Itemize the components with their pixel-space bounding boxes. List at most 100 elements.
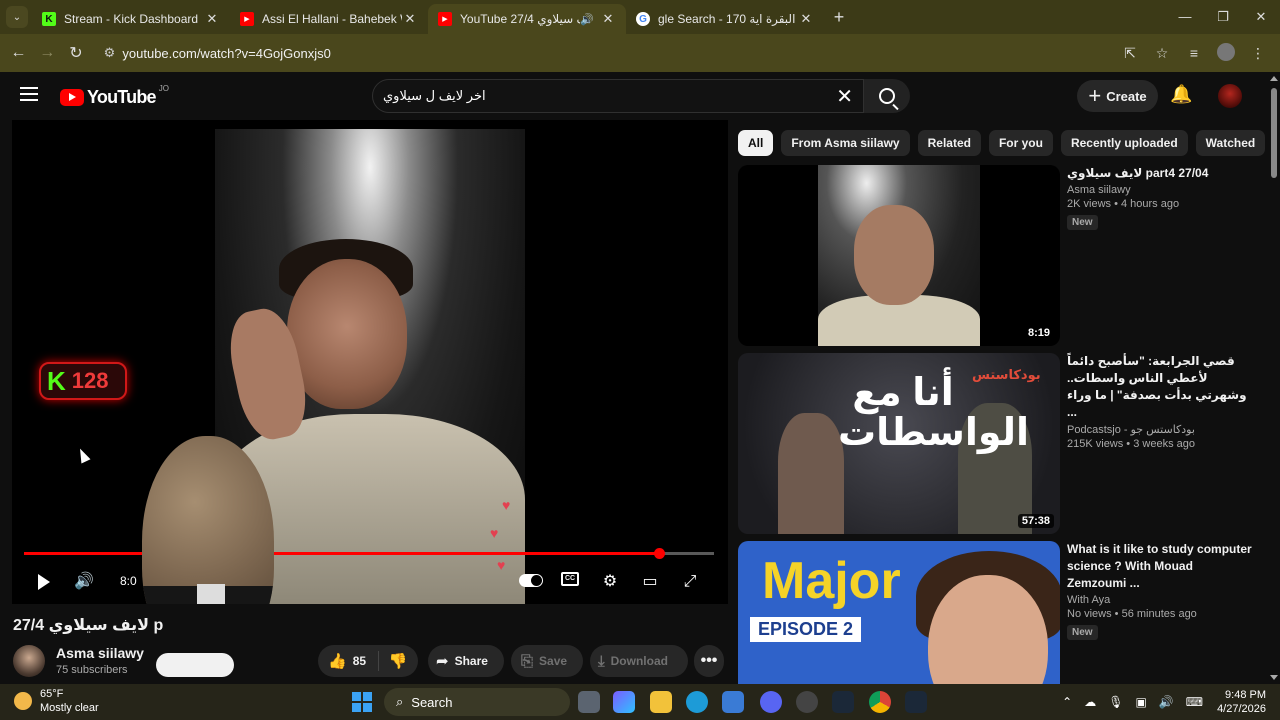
clear-search-icon[interactable]: ✕ bbox=[836, 84, 853, 109]
recommendation-channel[interactable]: Asma siilawy bbox=[1067, 184, 1253, 196]
steam-icon[interactable] bbox=[832, 691, 854, 713]
system-tray: ⌃ ☁ 🎙 ▣ 🔊 ⌨ 9:48 PM 4/27/2026 bbox=[1050, 684, 1266, 720]
speaker-icon[interactable]: 🔊 bbox=[580, 13, 594, 26]
chip-from-channel[interactable]: From Asma siilawy bbox=[781, 130, 910, 156]
close-tab-icon[interactable]: ✕ bbox=[204, 11, 220, 27]
back-icon[interactable]: ← bbox=[4, 44, 33, 62]
microphone-icon[interactable]: 🎙 bbox=[1108, 695, 1123, 709]
weather-widget[interactable]: 65°F Mostly clear bbox=[14, 687, 99, 715]
duration-badge: 8:19 bbox=[1023, 326, 1054, 340]
recommendation-item[interactable]: Major EPISODE 2 What is it like to study… bbox=[738, 541, 1258, 684]
chip-all[interactable]: All bbox=[738, 130, 774, 156]
video-thumbnail[interactable]: 8:19 bbox=[738, 165, 1060, 346]
obs-icon[interactable] bbox=[796, 691, 818, 713]
share-button[interactable]: ➦ Share bbox=[428, 645, 504, 677]
tab-assi[interactable]: ▶ Assi El Hallani - Bahebek We Bg ✕ bbox=[230, 4, 428, 34]
settings-gear-icon[interactable]: ⚙ bbox=[594, 570, 626, 594]
scroll-down-arrow-icon[interactable] bbox=[1270, 675, 1278, 680]
account-avatar[interactable] bbox=[1218, 84, 1242, 108]
scrollbar-thumb[interactable] bbox=[1271, 88, 1277, 178]
heart-icon: ♥ bbox=[502, 497, 511, 513]
video-thumbnail[interactable]: أنا مع الواسطات بودكاستس 57:38 bbox=[738, 353, 1060, 534]
progress-bar[interactable] bbox=[24, 548, 714, 559]
edge-icon[interactable] bbox=[686, 691, 708, 713]
channel-avatar[interactable] bbox=[13, 645, 45, 677]
network-icon[interactable]: ▣ bbox=[1135, 695, 1146, 709]
store-icon[interactable] bbox=[722, 691, 744, 713]
chrome-icon[interactable] bbox=[869, 691, 891, 713]
close-tab-icon[interactable]: ✕ bbox=[600, 11, 616, 27]
new-tab-button[interactable]: + bbox=[824, 7, 854, 28]
taskbar-search[interactable]: ⌕ Search bbox=[384, 688, 570, 716]
speaker-icon[interactable]: 🔊 bbox=[1159, 695, 1174, 709]
recommendation-title[interactable]: قصي الجرابعة: "سأصبح دائماً لأعطي الناس … bbox=[1067, 353, 1253, 421]
autoplay-toggle[interactable] bbox=[519, 574, 543, 587]
menu-hamburger-icon[interactable] bbox=[20, 87, 38, 101]
discord-icon[interactable] bbox=[760, 691, 782, 713]
copilot-icon[interactable] bbox=[613, 691, 635, 713]
tab-kick[interactable]: K Stream - Kick Dashboard ✕ bbox=[32, 4, 230, 34]
file-explorer-icon[interactable] bbox=[650, 691, 672, 713]
youtube-logo[interactable]: YouTube JO bbox=[60, 84, 169, 108]
download-button[interactable]: ⤓ Download bbox=[590, 645, 688, 677]
page-scrollbar[interactable] bbox=[1268, 72, 1280, 684]
search-button[interactable] bbox=[864, 79, 910, 113]
recommendation-item[interactable]: 8:19 part4 27/04 لايف سيلاوي Asma siilaw… bbox=[738, 165, 1258, 346]
fullscreen-icon[interactable]: ⤢ bbox=[674, 570, 706, 594]
kick-viewer-overlay: K 128 bbox=[39, 362, 127, 400]
search-input[interactable]: اخر لايف ل سيلاوي ✕ bbox=[372, 79, 864, 113]
tray-overflow-chevron-icon[interactable]: ⌃ bbox=[1062, 695, 1072, 709]
task-view-icon[interactable] bbox=[578, 691, 600, 713]
close-window-icon[interactable]: ✕ bbox=[1242, 0, 1280, 34]
video-player[interactable]: ♥ ♥ ♥ K 128 🔊 8:0 CC ⚙ ▭ ⤢ bbox=[12, 120, 728, 604]
notifications-bell-icon[interactable]: 🔔 bbox=[1170, 84, 1192, 108]
chip-watched[interactable]: Watched bbox=[1195, 130, 1266, 156]
save-button[interactable]: ⎘ Save bbox=[511, 645, 583, 677]
reload-icon[interactable]: ↻ bbox=[62, 43, 91, 63]
tab-youtube-active[interactable]: ▶ YouTube 27/4 لايف سيلاوي 🔊 ✕ bbox=[428, 4, 626, 34]
install-app-icon[interactable]: ⇱ bbox=[1114, 45, 1146, 62]
channel-name[interactable]: Asma siilawy bbox=[56, 645, 144, 661]
chip-for-you[interactable]: For you bbox=[988, 130, 1053, 156]
thumbnail-episode-label: EPISODE 2 bbox=[750, 617, 862, 642]
forward-icon[interactable]: → bbox=[33, 44, 62, 62]
address-bar[interactable]: ⚙ youtube.com/watch?v=4GojGonxjs0 bbox=[96, 38, 1114, 68]
progress-scrubber[interactable] bbox=[653, 548, 665, 559]
site-info-icon[interactable]: ⚙ bbox=[96, 45, 122, 61]
like-button[interactable]: 👍 85 bbox=[318, 652, 378, 670]
close-tab-icon[interactable]: ✕ bbox=[798, 11, 814, 27]
search-icon: ⌕ bbox=[396, 694, 404, 709]
recommendation-title[interactable]: What is it like to study computer scienc… bbox=[1067, 541, 1253, 592]
windows-start-icon[interactable] bbox=[352, 692, 372, 712]
steam-icon-2[interactable] bbox=[905, 691, 927, 713]
profile-icon[interactable] bbox=[1210, 42, 1242, 64]
recommendation-title[interactable]: part4 27/04 لايف سيلاوي bbox=[1067, 165, 1253, 182]
close-tab-icon[interactable]: ✕ bbox=[402, 11, 418, 27]
system-clock[interactable]: 9:48 PM 4/27/2026 bbox=[1217, 688, 1266, 716]
minimize-icon[interactable]: — bbox=[1166, 0, 1204, 34]
bookmark-star-icon[interactable]: ☆ bbox=[1146, 45, 1178, 62]
chip-recently-uploaded[interactable]: Recently uploaded bbox=[1060, 130, 1188, 156]
scroll-up-arrow-icon[interactable] bbox=[1270, 76, 1278, 81]
theater-mode-icon[interactable]: ▭ bbox=[634, 570, 666, 594]
chrome-menu-icon[interactable]: ⋮ bbox=[1242, 45, 1274, 62]
restore-icon[interactable]: ❐ bbox=[1204, 0, 1242, 34]
language-icon[interactable]: ⌨ bbox=[1186, 695, 1203, 709]
create-button[interactable]: + Create bbox=[1077, 80, 1158, 112]
more-actions-button[interactable]: ••• bbox=[694, 645, 724, 677]
video-thumbnail[interactable]: Major EPISODE 2 bbox=[738, 541, 1060, 684]
recommendation-item[interactable]: أنا مع الواسطات بودكاستس 57:38 قصي الجرا… bbox=[738, 353, 1258, 534]
play-button[interactable] bbox=[28, 570, 60, 594]
media-controls-icon[interactable]: ≡ bbox=[1178, 45, 1210, 61]
tab-google[interactable]: G gle Search - 170 سورة البقرة اية ✕ bbox=[626, 4, 824, 34]
chip-related[interactable]: Related bbox=[917, 130, 981, 156]
tab-search-button[interactable]: ⌄ bbox=[6, 6, 28, 28]
recommendation-channel[interactable]: Podcastsjo - بودكاستس جو bbox=[1067, 423, 1253, 436]
subscribe-button[interactable] bbox=[156, 653, 234, 677]
captions-icon[interactable]: CC bbox=[561, 572, 579, 586]
volume-icon[interactable]: 🔊 bbox=[68, 570, 100, 594]
recommendation-channel[interactable]: With Aya bbox=[1067, 594, 1253, 606]
dislike-button[interactable]: 👎 bbox=[379, 652, 417, 670]
onedrive-icon[interactable]: ☁ bbox=[1084, 695, 1096, 709]
tab-title: YouTube 27/4 لايف سيلاوي bbox=[460, 12, 580, 26]
